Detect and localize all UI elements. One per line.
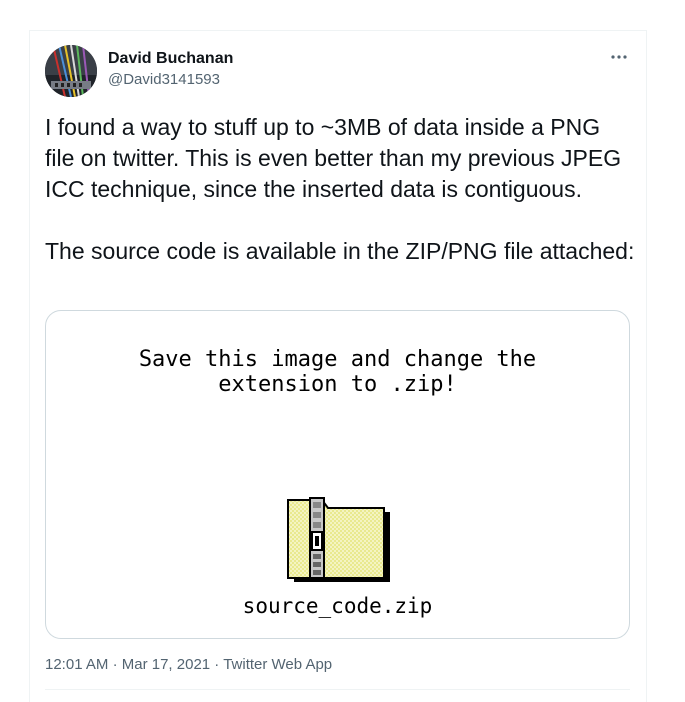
tweet-text: I found a way to stuff up to ~3MB of dat… — [45, 112, 635, 267]
meta-separator: · — [112, 656, 118, 673]
frame-top-border — [29, 30, 647, 31]
media-caption: Save this image and change the extension… — [46, 347, 629, 397]
more-options-button[interactable] — [606, 47, 632, 67]
more-horizontal-icon — [611, 55, 627, 59]
avatar-image — [45, 45, 97, 97]
media-caption-line-1: Save this image and change the — [138, 347, 537, 372]
tweet-date[interactable]: Mar 17, 2021 — [122, 656, 210, 673]
tweet-meta: 12:01 AM · Mar 17, 2021 · Twitter Web Ap… — [45, 656, 332, 673]
meta-separator: · — [214, 656, 220, 673]
tweet-source-app[interactable]: Twitter Web App — [223, 656, 332, 673]
media-caption-line-2: extension to .zip! — [218, 372, 457, 397]
avatar[interactable] — [45, 45, 97, 97]
author-handle[interactable]: @David3141593 — [108, 71, 220, 88]
tweet-time[interactable]: 12:01 AM — [45, 656, 108, 673]
frame-left-border — [29, 30, 30, 702]
zip-file-name: source_code.zip — [242, 594, 433, 618]
tweet-paragraph-2: The source code is available in the ZIP/… — [45, 238, 635, 264]
divider — [45, 689, 630, 690]
frame-right-border — [646, 30, 647, 702]
media-image-card[interactable]: Save this image and change the extension… — [45, 310, 630, 639]
author-name[interactable]: David Buchanan — [108, 50, 233, 68]
zip-file-icon — [287, 497, 390, 582]
tweet-paragraph-1: I found a way to stuff up to ~3MB of dat… — [45, 114, 622, 202]
